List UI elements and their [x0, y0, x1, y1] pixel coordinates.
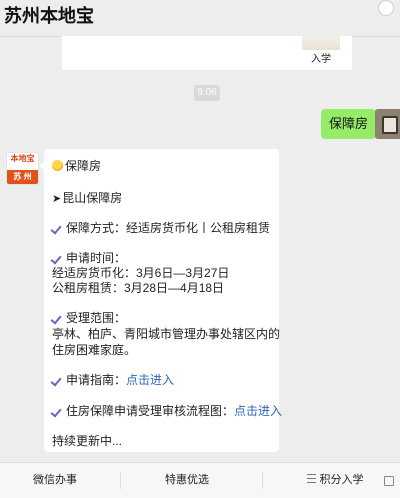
guide-link[interactable]: 点击进入	[126, 373, 174, 387]
more-icon[interactable]	[378, 0, 394, 16]
check-icon	[52, 313, 64, 323]
reply-subheading: 昆山保障房	[62, 191, 123, 205]
process-line: 住房保障申请受理审核流程图：点击进入	[52, 402, 282, 419]
previous-message-card[interactable]: 入学	[62, 36, 352, 70]
bottom-menu-bar: 微信办事 特惠优选 积分入学	[0, 462, 400, 498]
process-link[interactable]: 点击进入	[234, 404, 282, 418]
check-icon	[52, 406, 64, 416]
avatar-brand-bottom: 苏 州	[7, 170, 38, 184]
tab-points-enrollment[interactable]: 积分入学	[280, 463, 390, 498]
bot-avatar[interactable]: 本地宝 苏 州	[6, 152, 39, 185]
scope-label: 受理范围：	[66, 311, 127, 325]
sun-icon	[52, 160, 63, 171]
scope-text-2: 住房困难家庭。	[52, 343, 137, 357]
apply-time-label: 申请时间：	[66, 251, 127, 265]
user-avatar[interactable]	[375, 109, 400, 139]
tab-wechat-services[interactable]: 微信办事	[0, 463, 110, 498]
avatar-brand-top: 本地宝	[10, 154, 35, 163]
reply-heading: 保障房	[65, 159, 102, 173]
check-icon	[52, 375, 64, 385]
bot-reply-bubble: 保障房 ➤昆山保障房 保障方式：经适房货币化丨公租房租赁 申请时间： 经适房货币…	[39, 149, 282, 452]
guarantee-line: 保障方式：经适房货币化丨公租房租赁	[52, 219, 270, 236]
check-icon	[52, 253, 64, 263]
arrow-right-icon: ➤	[52, 193, 62, 205]
user-message-bubble[interactable]: 保障房	[321, 109, 382, 139]
card-thumbnail	[302, 36, 340, 50]
reply-heading-line: 保障房	[52, 157, 101, 174]
menu-icon	[306, 474, 316, 483]
chat-title: 苏州本地宝	[4, 6, 94, 26]
chat-header: 苏州本地宝	[0, 0, 400, 37]
tab-special-offers[interactable]: 特惠优选	[132, 463, 242, 498]
scope-text-1: 亭林、柏庐、青阳城市管理办事处辖区内的	[52, 327, 281, 341]
process-label: 住房保障申请受理审核流程图：	[66, 404, 235, 418]
window-icon	[382, 116, 398, 134]
reply-subheading-line: ➤昆山保障房	[52, 189, 122, 206]
guide-label: 申请指南：	[66, 373, 127, 387]
tab-points-enrollment-label: 积分入学	[319, 474, 364, 486]
card-label: 入学	[311, 54, 331, 65]
message-timestamp: 9:06	[194, 85, 220, 101]
guarantee-text: 保障方式：经适房货币化丨公租房租赁	[66, 221, 271, 235]
apply-time-2: 公租房租赁：3月28日—4月18日	[52, 281, 225, 295]
scope-label-line: 受理范围：	[52, 309, 126, 326]
check-icon	[52, 223, 64, 233]
keyboard-icon[interactable]	[384, 476, 394, 486]
reply-footer: 持续更新中...	[52, 434, 123, 448]
menu-divider	[120, 472, 121, 489]
guide-line: 申请指南：点击进入	[52, 371, 174, 388]
menu-divider	[262, 472, 263, 489]
